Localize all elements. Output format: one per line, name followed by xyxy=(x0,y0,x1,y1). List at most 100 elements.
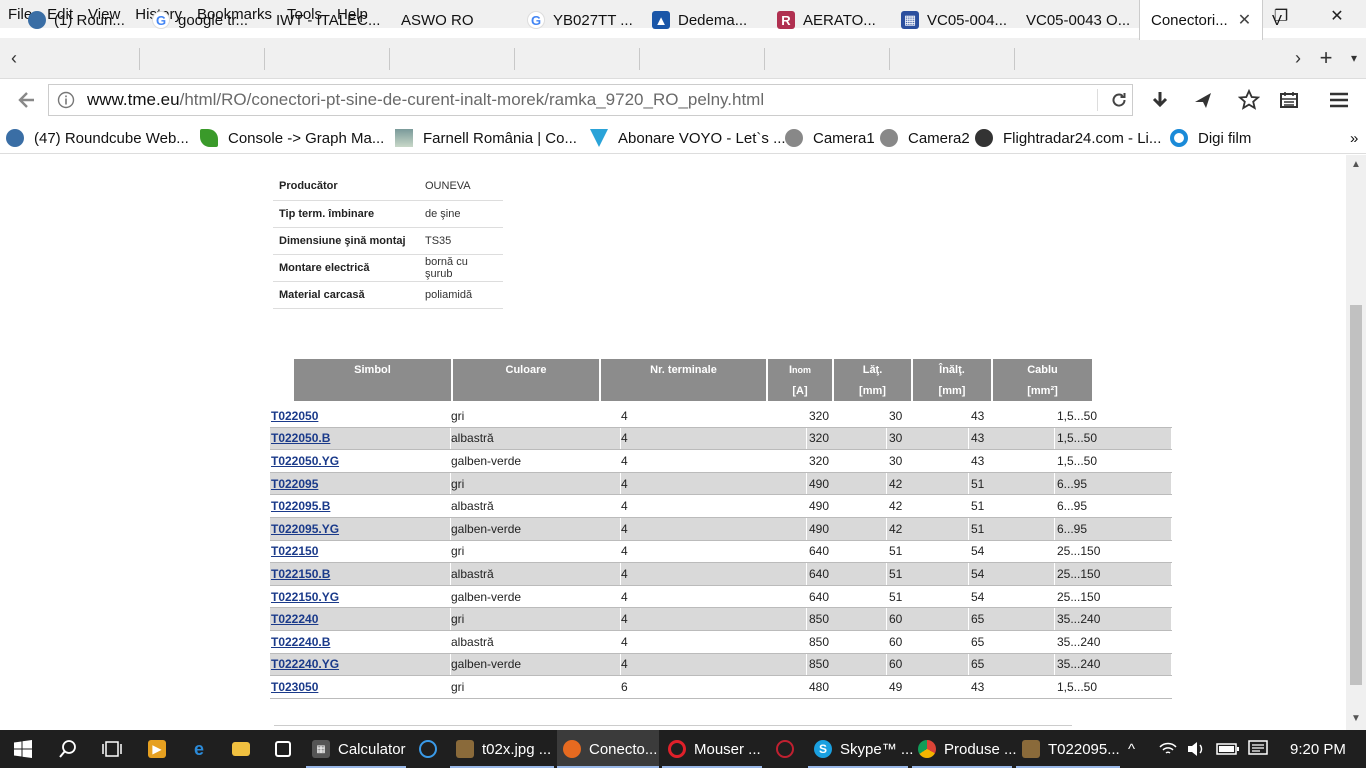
show-hidden-icons-icon[interactable]: ^ xyxy=(1128,730,1135,768)
taskbar-firefox[interactable]: Conecto... xyxy=(557,730,659,768)
tab-aswo[interactable]: ASWO RO xyxy=(401,0,511,40)
product-link[interactable]: T022240 xyxy=(271,612,318,626)
file-explorer-icon[interactable] xyxy=(222,730,260,768)
product-table-header: Simbol Culoare Nr. terminale Inom Lăţ. Î… xyxy=(294,359,1094,401)
bookmark-camera1[interactable]: Camera1 xyxy=(785,127,875,149)
roundcube-icon xyxy=(6,129,24,147)
tab-conectori[interactable]: Conectori... ✕ xyxy=(1139,0,1263,40)
bookmark-console[interactable]: Console -> Graph Ma... xyxy=(200,127,384,149)
close-window-button[interactable]: ✕ xyxy=(1309,0,1365,32)
leaf-icon xyxy=(200,129,218,147)
scrollbar[interactable]: ▲ ▼ xyxy=(1346,155,1366,730)
cell-inalt: 65 xyxy=(969,630,1055,653)
reload-icon[interactable] xyxy=(1109,90,1129,113)
spec-row: Montare electrică bornă cu şurub xyxy=(273,254,503,282)
info-icon[interactable] xyxy=(57,91,75,112)
scrollbar-thumb[interactable] xyxy=(1350,305,1362,685)
tabs-scroll-left-icon[interactable]: ‹ xyxy=(2,38,26,78)
product-link[interactable]: T022150.B xyxy=(271,567,330,581)
taskbar-skype[interactable]: S Skype™ ... xyxy=(808,730,913,768)
taskbar-calculator[interactable]: ▦ Calculator xyxy=(306,730,406,768)
tab-overflow[interactable]: V xyxy=(1272,0,1286,40)
tab-vc05-004[interactable]: ▦ VC05-004... xyxy=(901,0,1011,40)
task-view-icon[interactable] xyxy=(92,730,132,768)
taskbar-opera[interactable]: Mouser ... xyxy=(662,730,762,768)
product-link[interactable]: T022240.YG xyxy=(271,657,339,671)
header-inalt[interactable]: Înălţ. xyxy=(913,359,993,380)
cell-inom: 320 xyxy=(807,450,887,472)
product-link[interactable]: T023050 xyxy=(271,680,318,694)
url-text[interactable]: www.tme.eu/html/RO/conectori-pt-sine-de-… xyxy=(87,90,764,110)
battery-icon[interactable] xyxy=(1216,730,1240,768)
product-link[interactable]: T022150 xyxy=(271,544,318,558)
tab-roundcube[interactable]: (1) Roun... xyxy=(28,0,138,40)
tab-dedeman[interactable]: ▲ Dedema... xyxy=(652,0,762,40)
start-button[interactable] xyxy=(0,730,46,768)
clock[interactable]: 9:20 PM xyxy=(1290,730,1346,768)
product-link[interactable]: T022095.B xyxy=(271,499,330,513)
scroll-down-icon[interactable]: ▼ xyxy=(1351,713,1361,724)
table-row: T022050 gri 4 320 30 43 1,5...50 xyxy=(270,405,1172,428)
wifi-icon[interactable] xyxy=(1158,730,1178,768)
bookmark-roundcube[interactable]: (47) Roundcube Web... xyxy=(6,127,189,149)
product-link[interactable]: T022150.YG xyxy=(271,590,339,604)
new-tab-icon[interactable]: + xyxy=(1314,38,1338,78)
cell-simbol: T022240.B xyxy=(270,630,451,653)
taskbar-chrome[interactable]: Produse ... xyxy=(912,730,1017,768)
bookmark-farnell[interactable]: Farnell România | Co... xyxy=(395,127,577,149)
product-link[interactable]: T022050.YG xyxy=(271,454,339,468)
hamburger-menu-icon[interactable] xyxy=(1326,87,1352,113)
product-link[interactable]: T022050.B xyxy=(271,431,330,445)
bookmark-digi-film[interactable]: Digi film xyxy=(1170,127,1251,149)
product-link[interactable]: T022095.YG xyxy=(271,522,339,536)
header-inom[interactable]: Inom xyxy=(768,359,834,380)
app-icon[interactable] xyxy=(766,730,804,768)
bookmark-star-icon[interactable] xyxy=(1236,87,1262,113)
tabs-scroll-right-icon[interactable]: › xyxy=(1286,38,1310,78)
tab-google-tr[interactable]: G google tr... xyxy=(152,0,260,40)
product-link[interactable]: T022095 xyxy=(271,477,318,491)
tab-aerato[interactable]: R AERATO... xyxy=(777,0,887,40)
bookmark-flightradar[interactable]: Flightradar24.com - Li... xyxy=(975,127,1161,149)
taskbar-t022095-image[interactable]: T022095... xyxy=(1016,730,1120,768)
cell-culoare: galben-verde xyxy=(451,585,621,608)
back-arrow-icon[interactable] xyxy=(14,87,40,113)
header-cablu[interactable]: Cablu xyxy=(993,359,1092,380)
address-bar[interactable]: www.tme.eu/html/RO/conectori-pt-sine-de-… xyxy=(48,84,1133,116)
bookmarks-overflow-icon[interactable]: » xyxy=(1350,127,1358,149)
header-terminale[interactable]: Nr. terminale xyxy=(601,359,768,380)
google-icon: G xyxy=(152,11,170,29)
cell-terminale: 4 xyxy=(621,585,807,608)
product-link[interactable]: T022240.B xyxy=(271,635,330,649)
product-link[interactable]: T022050 xyxy=(271,409,318,423)
refresh-app-icon[interactable] xyxy=(410,730,446,768)
tab-iwt[interactable]: IWT - ITALEC... xyxy=(276,0,386,40)
header-culoare[interactable]: Culoare xyxy=(453,359,601,380)
store-icon[interactable] xyxy=(264,730,302,768)
table-row: T023050 gri 6 480 49 43 1,5...50 xyxy=(270,676,1172,699)
reader-list-icon[interactable] xyxy=(1276,87,1302,113)
bookmark-voyo[interactable]: Abonare VOYO - Let`s ... xyxy=(590,127,786,149)
cell-cablu: 6...95 xyxy=(1055,495,1172,517)
cell-terminale: 4 xyxy=(621,563,807,585)
edge-icon[interactable]: e xyxy=(180,730,218,768)
header-simbol[interactable]: Simbol xyxy=(294,359,453,380)
cell-inalt: 43 xyxy=(969,676,1055,698)
tab-vc05-0043[interactable]: VC05-0043 O... xyxy=(1026,0,1136,40)
download-icon[interactable] xyxy=(1147,87,1173,113)
header-lat[interactable]: Lăţ. xyxy=(834,359,913,380)
cell-lat: 30 xyxy=(887,450,969,472)
send-tab-icon[interactable] xyxy=(1190,87,1216,113)
tab-close-icon[interactable]: ✕ xyxy=(1238,10,1251,30)
media-player-icon[interactable]: ▶ xyxy=(138,730,176,768)
tab-yb027tt[interactable]: G YB027TT ... xyxy=(527,0,635,40)
tab-list-icon[interactable]: ▾ xyxy=(1342,38,1366,78)
search-icon[interactable] xyxy=(48,730,88,768)
volume-icon[interactable] xyxy=(1186,730,1206,768)
bookmark-camera2[interactable]: Camera2 xyxy=(880,127,970,149)
cell-simbol: T023050 xyxy=(270,676,451,698)
action-center-icon[interactable] xyxy=(1248,730,1268,768)
cell-lat: 49 xyxy=(887,676,969,698)
taskbar-t02x-image[interactable]: t02x.jpg ... xyxy=(450,730,554,768)
scroll-up-icon[interactable]: ▲ xyxy=(1351,159,1361,170)
